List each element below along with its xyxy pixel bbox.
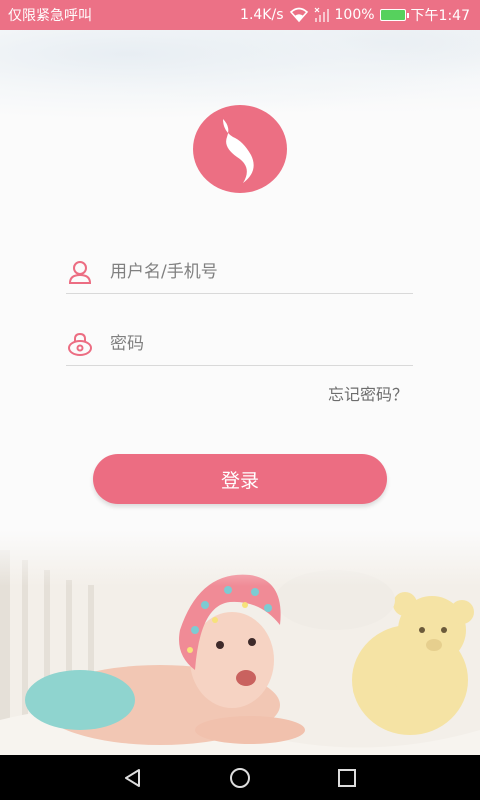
lock-icon (66, 330, 94, 358)
login-screen: 忘记密码？ 登录 (0, 30, 480, 755)
navigation-bar (0, 755, 480, 800)
login-button[interactable]: 登录 (93, 454, 387, 504)
forgot-password-link[interactable]: 忘记密码？ (328, 381, 408, 405)
status-bar: 仅限紧急呼叫 1.4K/s 100% 下午1:47 (0, 0, 480, 30)
password-field (66, 322, 413, 366)
username-input[interactable] (110, 261, 390, 282)
network-speed: 1.4K/s (240, 7, 284, 23)
username-field (66, 250, 413, 294)
status-right: 1.4K/s 100% 下午1:47 (240, 5, 470, 25)
wifi-icon (289, 7, 309, 23)
recents-icon[interactable] (327, 758, 367, 798)
carrier-text: 仅限紧急呼叫 (8, 8, 92, 24)
battery-percent: 100% (334, 7, 375, 23)
signal-icon (314, 7, 330, 23)
back-icon[interactable] (113, 758, 153, 798)
user-icon (66, 258, 94, 286)
password-input[interactable] (110, 333, 390, 354)
clock: 下午1:47 (410, 8, 470, 24)
baby-photo (0, 530, 480, 755)
logo-icon (193, 105, 287, 193)
home-icon[interactable] (220, 758, 260, 798)
battery-icon (379, 9, 409, 21)
